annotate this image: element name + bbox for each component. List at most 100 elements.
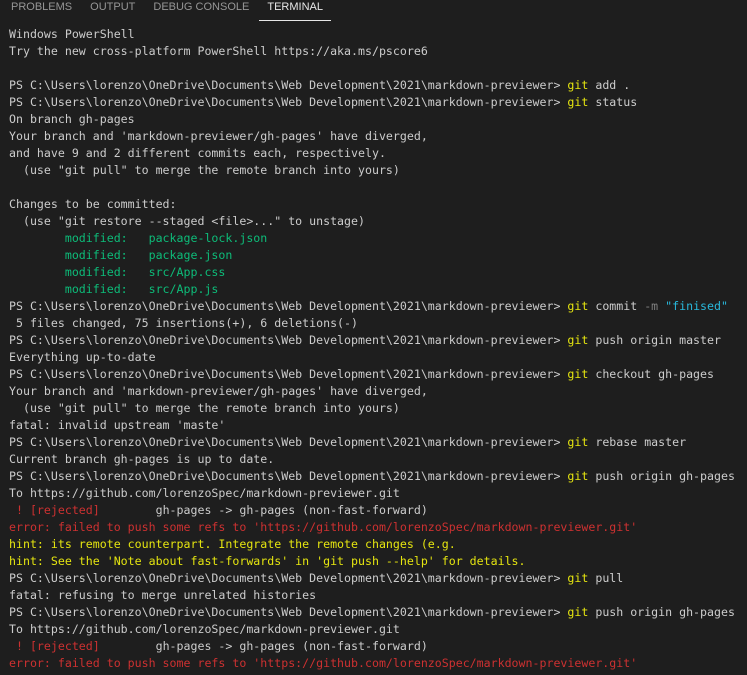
terminal-line: (use "git pull" to merge the remote bran… [9,400,747,417]
terminal-line: hint: its remote counterpart. Integrate … [9,536,747,553]
output-text: To https://github.com/lorenzoSpec/markdo… [9,622,400,636]
shell-prompt: PS C:\Users\lorenzo\OneDrive\Documents\W… [9,333,568,347]
output-text: gh-pages -> gh-pages (non-fast-forward) [99,503,428,517]
terminal-line: hint: See the 'Note about fast-forwards'… [9,553,747,570]
command-name: git [567,95,589,109]
terminal-line: modified: src/App.js [9,281,747,298]
tab-debug-console[interactable]: DEBUG CONSOLE [145,0,257,21]
output-text: Everything up-to-date [9,350,156,364]
command-args: rebase master [588,435,687,449]
command-name: git [567,78,589,92]
terminal-line: modified: src/App.css [9,264,747,281]
command-name: git [567,605,589,619]
error-text: ! [rejected] [9,639,100,653]
modified-file: modified: package-lock.json [9,231,268,245]
shell-prompt: PS C:\Users\lorenzo\OneDrive\Documents\W… [9,469,568,483]
hint-text: hint: See the 'Note about fast-forwards'… [9,554,526,568]
error-text: error: failed to push some refs to 'http… [9,520,638,534]
terminal-line: PS C:\Users\lorenzo\OneDrive\Documents\W… [9,468,747,485]
terminal-line: Your branch and 'markdown-previewer/gh-p… [9,128,747,145]
command-flag: -m [644,299,659,313]
command-name: git [567,299,589,313]
panel-tab-bar: PROBLEMS OUTPUT DEBUG CONSOLE TERMINAL [0,0,747,22]
terminal-line: On branch gh-pages [9,111,747,128]
modified-file: modified: src/App.js [9,282,219,296]
shell-prompt: PS C:\Users\lorenzo\OneDrive\Documents\W… [9,95,568,109]
terminal-line: fatal: refusing to merge unrelated histo… [9,587,747,604]
terminal-output[interactable]: Windows PowerShell Try the new cross-plat… [0,26,747,675]
terminal-line: PS C:\Users\lorenzo\OneDrive\Documents\W… [9,77,747,94]
terminal-line: To https://github.com/lorenzoSpec/markdo… [9,485,747,502]
tab-terminal[interactable]: TERMINAL [259,0,331,21]
terminal-line: modified: package-lock.json [9,230,747,247]
terminal-line: Changes to be committed: [9,196,747,213]
shell-prompt: PS C:\Users\lorenzo\OneDrive\Documents\W… [9,571,568,585]
command-name: git [567,435,589,449]
terminal-line: (use "git restore --staged <file>..." to… [9,213,747,230]
terminal-line: 5 files changed, 75 insertions(+), 6 del… [9,315,747,332]
command-string: "finised" [665,299,728,313]
terminal-line: PS C:\Users\lorenzo\OneDrive\Documents\W… [9,570,747,587]
terminal-line: Current branch gh-pages is up to date. [9,451,747,468]
shell-prompt: PS C:\Users\lorenzo\OneDrive\Documents\W… [9,367,568,381]
terminal-line: (use "git pull" to merge the remote bran… [9,162,747,179]
output-text: On branch gh-pages [9,112,135,126]
terminal-line: PS C:\Users\lorenzo\OneDrive\Documents\W… [9,332,747,349]
command-name: git [567,469,589,483]
terminal-line: PS C:\Users\lorenzo\OneDrive\Documents\W… [9,604,747,621]
modified-file: modified: package.json [9,248,233,262]
output-text: fatal: invalid upstream 'maste' [9,418,226,432]
output-text: Try the new cross-platform PowerShell ht… [9,44,428,58]
terminal-line: ! [rejected] gh-pages -> gh-pages (non-f… [9,638,747,655]
command-args: checkout gh-pages [588,367,714,381]
output-text: (use "git restore --staged <file>..." to… [9,214,365,228]
terminal-line: Your branch and 'markdown-previewer/gh-p… [9,383,747,400]
hint-text: hint: its remote counterpart. Integrate … [9,537,456,551]
terminal-line: PS C:\Users\lorenzo\OneDrive\Documents\W… [9,94,747,111]
terminal-line: PS C:\Users\lorenzo\OneDrive\Documents\W… [9,434,747,451]
terminal-line: To https://github.com/lorenzoSpec/markdo… [9,621,747,638]
terminal-line: PS C:\Users\lorenzo\OneDrive\Documents\W… [9,298,747,315]
tab-output[interactable]: OUTPUT [82,0,143,21]
terminal-panel: PROBLEMS OUTPUT DEBUG CONSOLE TERMINAL W… [0,0,747,675]
terminal-line: Everything up-to-date [9,349,747,366]
terminal-line: fatal: invalid upstream 'maste' [9,417,747,434]
terminal-line: error: failed to push some refs to 'http… [9,655,747,672]
tab-problems[interactable]: PROBLEMS [3,0,80,21]
command-args: push origin gh-pages [588,605,735,619]
output-text: Your branch and 'markdown-previewer/gh-p… [9,129,428,143]
command-args: push origin gh-pages [588,469,735,483]
command-args: add . [588,78,631,92]
shell-prompt: PS C:\Users\lorenzo\OneDrive\Documents\W… [9,605,568,619]
command-name: git [567,333,589,347]
shell-prompt: PS C:\Users\lorenzo\OneDrive\Documents\W… [9,435,568,449]
terminal-line: Try the new cross-platform PowerShell ht… [9,43,747,60]
command-name: git [567,571,589,585]
modified-file: modified: src/App.css [9,265,226,279]
output-text: (use "git pull" to merge the remote bran… [9,163,400,177]
error-text: error: failed to push some refs to 'http… [9,656,638,670]
terminal-line: and have 9 and 2 different commits each,… [9,145,747,162]
shell-prompt: PS C:\Users\lorenzo\OneDrive\Documents\W… [9,78,568,92]
terminal-line: error: failed to push some refs to 'http… [9,519,747,536]
command-args: pull [588,571,624,585]
command-name: git [567,367,589,381]
output-text: (use "git pull" to merge the remote bran… [9,401,400,415]
output-text: fatal: refusing to merge unrelated histo… [9,588,317,602]
terminal-line: ! [rejected] gh-pages -> gh-pages (non-f… [9,502,747,519]
shell-prompt: PS C:\Users\lorenzo\OneDrive\Documents\W… [9,299,568,313]
output-text: Changes to be committed: [9,197,177,211]
output-text: gh-pages -> gh-pages (non-fast-forward) [99,639,428,653]
terminal-line: PS C:\Users\lorenzo\OneDrive\Documents\W… [9,366,747,383]
terminal-line: Windows PowerShell [9,26,747,43]
output-text: 5 files changed, 75 insertions(+), 6 del… [9,316,359,330]
command-args: commit [588,299,645,313]
output-text: To https://github.com/lorenzoSpec/markdo… [9,486,400,500]
output-text: Windows PowerShell [9,27,135,41]
error-text: ! [rejected] [9,503,100,517]
terminal-line: modified: package.json [9,247,747,264]
output-text: Your branch and 'markdown-previewer/gh-p… [9,384,428,398]
command-args: push origin master [588,333,721,347]
